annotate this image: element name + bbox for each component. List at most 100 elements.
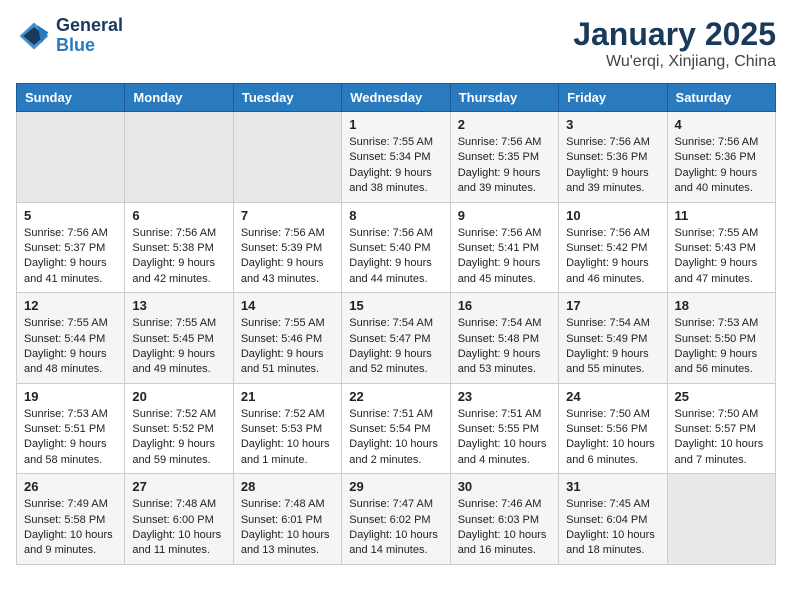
day-number: 15: [349, 298, 442, 313]
calendar-body: 1 Sunrise: 7:55 AM Sunset: 5:34 PM Daylig…: [17, 112, 776, 565]
weekday-header: Monday: [125, 84, 233, 112]
day-number: 11: [675, 208, 768, 223]
day-number: 25: [675, 389, 768, 404]
calendar-cell: 12 Sunrise: 7:55 AM Sunset: 5:44 PM Dayli…: [17, 293, 125, 384]
day-number: 7: [241, 208, 334, 223]
day-info: Sunrise: 7:54 AM Sunset: 5:49 PM Dayligh…: [566, 316, 659, 378]
calendar-cell: 31 Sunrise: 7:45 AM Sunset: 6:04 PM Dayli…: [559, 474, 667, 565]
day-info: Sunrise: 7:49 AM Sunset: 5:58 PM Dayligh…: [24, 497, 117, 559]
calendar-cell: 23Sunrise: 7:51 AM Sunset: 5:55 PM Dayli…: [450, 383, 558, 474]
day-info: Sunrise: 7:56 AM Sunset: 5:38 PM Dayligh…: [132, 226, 225, 288]
day-number: 8: [349, 208, 442, 223]
day-number: 22: [349, 389, 442, 404]
day-info: Sunrise: 7:48 AM Sunset: 6:00 PM Dayligh…: [132, 497, 225, 559]
day-number: 21: [241, 389, 334, 404]
calendar-cell: 28 Sunrise: 7:48 AM Sunset: 6:01 PM Dayli…: [233, 474, 341, 565]
calendar-cell: 20 Sunrise: 7:52 AM Sunset: 5:52 PM Dayli…: [125, 383, 233, 474]
calendar-week-row: 5 Sunrise: 7:56 AM Sunset: 5:37 PM Daylig…: [17, 202, 776, 293]
calendar-cell: [17, 112, 125, 203]
day-number: 20: [132, 389, 225, 404]
day-info: Sunrise: 7:50 AM Sunset: 5:56 PM Dayligh…: [566, 407, 659, 469]
weekday-header: Wednesday: [342, 84, 450, 112]
day-number: 26: [24, 479, 117, 494]
day-number: 2: [458, 117, 551, 132]
location: Wu'erqi, Xinjiang, China: [573, 53, 776, 71]
calendar-week-row: 19 Sunrise: 7:53 AM Sunset: 5:51 PM Dayli…: [17, 383, 776, 474]
weekday-header: Tuesday: [233, 84, 341, 112]
calendar-cell: 17 Sunrise: 7:54 AM Sunset: 5:49 PM Dayli…: [559, 293, 667, 384]
calendar-cell: 30 Sunrise: 7:46 AM Sunset: 6:03 PM Dayli…: [450, 474, 558, 565]
day-info: Sunrise: 7:56 AM Sunset: 5:37 PM Dayligh…: [24, 226, 117, 288]
title-block: January 2025 Wu'erqi, Xinjiang, China: [573, 16, 776, 71]
day-info: Sunrise: 7:51 AM Sunset: 5:55 PM Dayligh…: [458, 407, 551, 469]
day-number: 9: [458, 208, 551, 223]
day-info: Sunrise: 7:51 AM Sunset: 5:54 PM Dayligh…: [349, 407, 442, 469]
calendar-cell: 22 Sunrise: 7:51 AM Sunset: 5:54 PM Dayli…: [342, 383, 450, 474]
calendar-cell: [667, 474, 775, 565]
calendar-cell: [233, 112, 341, 203]
calendar-cell: 2Sunrise: 7:56 AM Sunset: 5:35 PM Daylig…: [450, 112, 558, 203]
calendar-cell: 11 Sunrise: 7:55 AM Sunset: 5:43 PM Dayli…: [667, 202, 775, 293]
day-number: 30: [458, 479, 551, 494]
calendar-cell: 21Sunrise: 7:52 AM Sunset: 5:53 PM Dayli…: [233, 383, 341, 474]
day-info: Sunrise: 7:55 AM Sunset: 5:46 PM Dayligh…: [241, 316, 334, 378]
month-title: January 2025: [573, 16, 776, 53]
logo-line1: General: [56, 16, 123, 36]
day-number: 13: [132, 298, 225, 313]
calendar-week-row: 26 Sunrise: 7:49 AM Sunset: 5:58 PM Dayli…: [17, 474, 776, 565]
calendar-cell: 1 Sunrise: 7:55 AM Sunset: 5:34 PM Daylig…: [342, 112, 450, 203]
day-number: 27: [132, 479, 225, 494]
day-info: Sunrise: 7:46 AM Sunset: 6:03 PM Dayligh…: [458, 497, 551, 559]
day-info: Sunrise: 7:45 AM Sunset: 6:04 PM Dayligh…: [566, 497, 659, 559]
day-number: 28: [241, 479, 334, 494]
day-number: 29: [349, 479, 442, 494]
day-info: Sunrise: 7:56 AM Sunset: 5:39 PM Dayligh…: [241, 226, 334, 288]
calendar-week-row: 1 Sunrise: 7:55 AM Sunset: 5:34 PM Daylig…: [17, 112, 776, 203]
calendar-cell: 8 Sunrise: 7:56 AM Sunset: 5:40 PM Daylig…: [342, 202, 450, 293]
day-info: Sunrise: 7:55 AM Sunset: 5:44 PM Dayligh…: [24, 316, 117, 378]
day-info: Sunrise: 7:56 AM Sunset: 5:40 PM Dayligh…: [349, 226, 442, 288]
day-number: 10: [566, 208, 659, 223]
calendar-cell: 14 Sunrise: 7:55 AM Sunset: 5:46 PM Dayli…: [233, 293, 341, 384]
calendar-cell: 29Sunrise: 7:47 AM Sunset: 6:02 PM Dayli…: [342, 474, 450, 565]
weekday-row: SundayMondayTuesdayWednesdayThursdayFrid…: [17, 84, 776, 112]
day-number: 14: [241, 298, 334, 313]
calendar-header: SundayMondayTuesdayWednesdayThursdayFrid…: [17, 84, 776, 112]
calendar-cell: 16Sunrise: 7:54 AM Sunset: 5:48 PM Dayli…: [450, 293, 558, 384]
calendar-cell: 9 Sunrise: 7:56 AM Sunset: 5:41 PM Daylig…: [450, 202, 558, 293]
calendar-cell: 26 Sunrise: 7:49 AM Sunset: 5:58 PM Dayli…: [17, 474, 125, 565]
logo: General Blue: [16, 16, 123, 56]
weekday-header: Friday: [559, 84, 667, 112]
day-number: 5: [24, 208, 117, 223]
day-info: Sunrise: 7:54 AM Sunset: 5:47 PM Dayligh…: [349, 316, 442, 378]
calendar-week-row: 12 Sunrise: 7:55 AM Sunset: 5:44 PM Dayli…: [17, 293, 776, 384]
weekday-header: Thursday: [450, 84, 558, 112]
calendar-cell: 25Sunrise: 7:50 AM Sunset: 5:57 PM Dayli…: [667, 383, 775, 474]
day-number: 19: [24, 389, 117, 404]
calendar-cell: 24Sunrise: 7:50 AM Sunset: 5:56 PM Dayli…: [559, 383, 667, 474]
day-info: Sunrise: 7:56 AM Sunset: 5:41 PM Dayligh…: [458, 226, 551, 288]
calendar-cell: 3Sunrise: 7:56 AM Sunset: 5:36 PM Daylig…: [559, 112, 667, 203]
day-number: 6: [132, 208, 225, 223]
day-info: Sunrise: 7:55 AM Sunset: 5:45 PM Dayligh…: [132, 316, 225, 378]
day-info: Sunrise: 7:53 AM Sunset: 5:51 PM Dayligh…: [24, 407, 117, 469]
day-info: Sunrise: 7:55 AM Sunset: 5:43 PM Dayligh…: [675, 226, 768, 288]
day-number: 31: [566, 479, 659, 494]
logo-icon: [16, 18, 52, 54]
day-number: 12: [24, 298, 117, 313]
day-info: Sunrise: 7:55 AM Sunset: 5:34 PM Dayligh…: [349, 135, 442, 197]
logo-line2: Blue: [56, 36, 123, 56]
day-info: Sunrise: 7:48 AM Sunset: 6:01 PM Dayligh…: [241, 497, 334, 559]
day-number: 4: [675, 117, 768, 132]
calendar-cell: 10Sunrise: 7:56 AM Sunset: 5:42 PM Dayli…: [559, 202, 667, 293]
calendar-cell: 27 Sunrise: 7:48 AM Sunset: 6:00 PM Dayli…: [125, 474, 233, 565]
calendar-cell: 19 Sunrise: 7:53 AM Sunset: 5:51 PM Dayli…: [17, 383, 125, 474]
calendar-cell: 7 Sunrise: 7:56 AM Sunset: 5:39 PM Daylig…: [233, 202, 341, 293]
calendar-cell: 18Sunrise: 7:53 AM Sunset: 5:50 PM Dayli…: [667, 293, 775, 384]
calendar-cell: [125, 112, 233, 203]
day-number: 17: [566, 298, 659, 313]
weekday-header: Saturday: [667, 84, 775, 112]
day-info: Sunrise: 7:52 AM Sunset: 5:52 PM Dayligh…: [132, 407, 225, 469]
calendar-cell: 13 Sunrise: 7:55 AM Sunset: 5:45 PM Dayli…: [125, 293, 233, 384]
day-number: 1: [349, 117, 442, 132]
